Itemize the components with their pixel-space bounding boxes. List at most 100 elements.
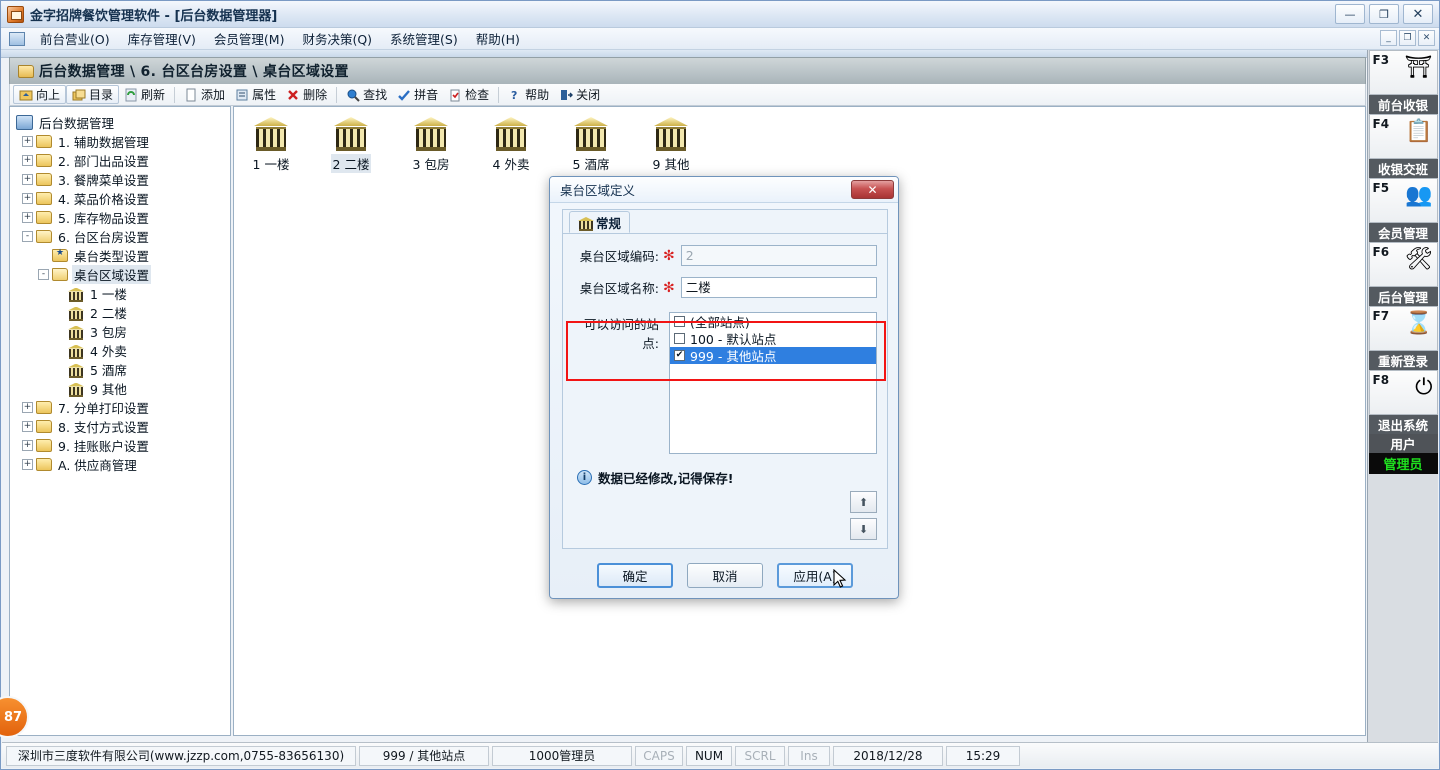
menu-item-1[interactable]: 库存管理(V)	[119, 27, 205, 50]
function-button-f3[interactable]: F3 ⛩	[1368, 50, 1438, 95]
toolbar-check-button[interactable]: 检查	[443, 85, 494, 104]
menu-item-0[interactable]: 前台营业(O)	[31, 27, 119, 50]
tree-expander[interactable]: +	[22, 459, 33, 470]
function-button-icon: ⌛	[1405, 311, 1433, 336]
tree-expander[interactable]: +	[22, 440, 33, 451]
tree-node-label: 9 其他	[90, 382, 127, 397]
modified-notice: i 数据已经修改,记得保存!	[577, 468, 887, 487]
site-checkbox[interactable]: ✔	[674, 350, 685, 361]
tree-node-root[interactable]: 后台数据管理	[16, 113, 230, 132]
mdi-minimize-button[interactable]: _	[1380, 30, 1397, 46]
tree-expander[interactable]: -	[38, 269, 49, 280]
area-icon-item[interactable]: 4 外卖	[482, 117, 540, 173]
tree-expander[interactable]	[54, 326, 65, 337]
help-icon: ?	[508, 88, 522, 102]
accessible-sites-list[interactable]: (全部站点) 100 - 默认站点 ✔ 999 - 其他站点	[669, 312, 877, 454]
tree-expander[interactable]: +	[22, 421, 33, 432]
name-input[interactable]: 二楼	[680, 277, 877, 298]
tree-node-label: 7. 分单打印设置	[58, 401, 149, 416]
tree-expander[interactable]: +	[22, 155, 33, 166]
toolbar-catalog-button[interactable]: 目录	[66, 85, 120, 104]
tree-node[interactable]: 4 外卖	[16, 341, 230, 360]
function-button-f6[interactable]: F6 🛠	[1368, 242, 1438, 287]
tree-node[interactable]: - 桌台区域设置	[16, 265, 230, 284]
tree-node[interactable]: +5. 库存物品设置	[16, 208, 230, 227]
menu-item-4[interactable]: 系统管理(S)	[381, 27, 467, 50]
tree-expander[interactable]	[54, 383, 65, 394]
tree-expander[interactable]	[54, 364, 65, 375]
menu-item-5[interactable]: 帮助(H)	[467, 27, 529, 50]
cancel-button[interactable]: 取消	[687, 563, 763, 588]
toolbar-refresh-button[interactable]: 刷新	[119, 85, 170, 104]
tree-expander[interactable]: -	[22, 231, 33, 242]
site-label: 999 - 其他站点	[690, 349, 777, 364]
tree-node[interactable]: 9 其他	[16, 379, 230, 398]
site-checkbox[interactable]	[674, 333, 685, 344]
tree-expander[interactable]: +	[22, 212, 33, 223]
tree-node-label: 4 外卖	[90, 344, 127, 359]
required-asterisk-icon: ✻	[663, 247, 675, 264]
function-button-f8[interactable]: F8 ⏻	[1368, 370, 1438, 415]
menu-item-3[interactable]: 财务决策(Q)	[293, 27, 381, 50]
tree-node[interactable]: 桌台类型设置	[16, 246, 230, 265]
toolbar-help-button[interactable]: ? 帮助	[503, 85, 554, 104]
tab-general[interactable]: 常规	[569, 211, 631, 233]
tree-expander[interactable]: +	[22, 193, 33, 204]
site-list-item[interactable]: (全部站点)	[670, 313, 876, 330]
area-icon-item[interactable]: 1 一楼	[242, 117, 300, 173]
area-icon-item[interactable]: 9 其他	[642, 117, 700, 173]
area-icon-item[interactable]: 5 酒席	[562, 117, 620, 173]
move-down-button[interactable]: ⬇	[850, 518, 877, 540]
function-button-f5[interactable]: F5 👥	[1368, 178, 1438, 223]
mdi-system-icon[interactable]	[9, 31, 25, 46]
tree-node[interactable]: +4. 菜品价格设置	[16, 189, 230, 208]
tree-expander[interactable]: +	[22, 174, 33, 185]
tree-node[interactable]: + A. 供应商管理	[16, 455, 230, 474]
move-up-button[interactable]: ⬆	[850, 491, 877, 513]
minimize-button[interactable]: —	[1335, 4, 1365, 24]
maximize-button[interactable]: ❐	[1369, 4, 1399, 24]
tree-node[interactable]: 2 二楼	[16, 303, 230, 322]
toolbar-add-button[interactable]: 添加	[179, 85, 230, 104]
area-icon-item[interactable]: 2 二楼	[322, 117, 380, 173]
toolbar-exit-button[interactable]: 关闭	[554, 85, 605, 104]
tree-node[interactable]: +9. 挂账账户设置	[16, 436, 230, 455]
tree-expander[interactable]: +	[22, 402, 33, 413]
tree-node[interactable]: +8. 支付方式设置	[16, 417, 230, 436]
menu-item-2[interactable]: 会员管理(M)	[205, 27, 294, 50]
tree-expander[interactable]	[54, 288, 65, 299]
toolbar-pinyin-button[interactable]: 拼音	[392, 85, 443, 104]
tree-node[interactable]: - 6. 台区台房设置	[16, 227, 230, 246]
function-button-icon: 🛠	[1404, 247, 1433, 272]
navigation-tree-panel[interactable]: 后台数据管理 +1. 辅助数据管理 +2. 部门出品设置 +3. 餐牌菜单设置 +4. …	[9, 106, 231, 736]
area-icon-item[interactable]: 3 包房	[402, 117, 460, 173]
tree-node[interactable]: 5 酒席	[16, 360, 230, 379]
area-icon-list: 1 一楼 2 二楼 3 包房 4 外卖 5 酒席 9 其他	[234, 107, 1365, 173]
tree-node[interactable]: +3. 餐牌菜单设置	[16, 170, 230, 189]
dialog-close-button[interactable]: ✕	[851, 180, 894, 199]
mdi-close-button[interactable]: ✕	[1418, 30, 1435, 46]
tree-node[interactable]: 3 包房	[16, 322, 230, 341]
function-button-f7[interactable]: F7 ⌛	[1368, 306, 1438, 351]
site-list-item[interactable]: ✔ 999 - 其他站点	[670, 347, 876, 364]
site-checkbox[interactable]	[674, 316, 685, 327]
toolbar-search-button[interactable]: 查找	[341, 85, 392, 104]
tree-expander[interactable]	[54, 345, 65, 356]
bank-icon	[68, 363, 84, 378]
toolbar-properties-button[interactable]: 属性	[230, 85, 281, 104]
toolbar-delete-button[interactable]: 删除	[281, 85, 332, 104]
close-button[interactable]: ✕	[1403, 4, 1433, 24]
tree-expander[interactable]	[38, 250, 49, 261]
ok-button[interactable]: 确定	[597, 563, 673, 588]
toolbar-up-button[interactable]: 向上	[13, 85, 67, 104]
tree-expander[interactable]: +	[22, 136, 33, 147]
tree-node[interactable]: +1. 辅助数据管理	[16, 132, 230, 151]
tree-node[interactable]: 1 一楼	[16, 284, 230, 303]
site-list-item[interactable]: 100 - 默认站点	[670, 330, 876, 347]
tree-node[interactable]: +2. 部门出品设置	[16, 151, 230, 170]
tree-expander[interactable]	[54, 307, 65, 318]
tree-node[interactable]: +7. 分单打印设置	[16, 398, 230, 417]
function-button-f4[interactable]: F4 📋	[1368, 114, 1438, 159]
code-input[interactable]: 2	[680, 245, 877, 266]
mdi-restore-button[interactable]: ❐	[1399, 30, 1416, 46]
